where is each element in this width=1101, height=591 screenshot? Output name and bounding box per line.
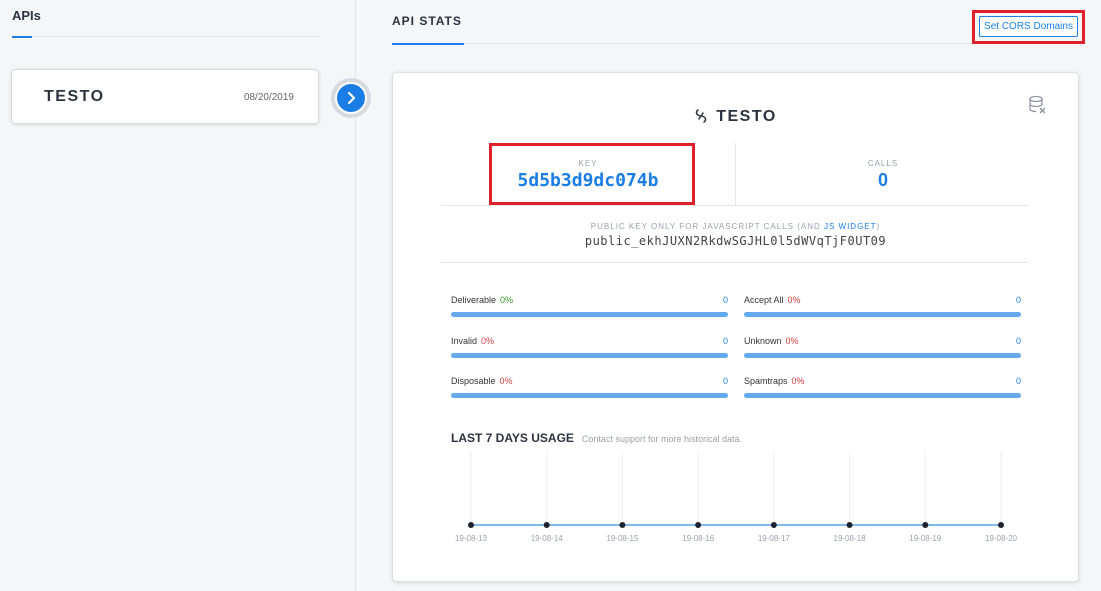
api-key-value: 5d5b3d9dc074b bbox=[517, 170, 659, 191]
stat-bar bbox=[451, 353, 728, 358]
stat-count: 0 bbox=[1015, 376, 1021, 386]
stat-name: Disposable bbox=[451, 376, 496, 386]
usage-data-point bbox=[922, 522, 929, 528]
stat-deliverable: Deliverable 0% 0 bbox=[451, 295, 728, 319]
stat-count: 0 bbox=[722, 295, 728, 305]
open-api-button[interactable] bbox=[331, 78, 371, 118]
stat-percent: 0% bbox=[791, 376, 805, 386]
stat-count: 0 bbox=[1015, 295, 1021, 305]
chevron-right-icon bbox=[335, 82, 367, 114]
stat-disposable: Disposable 0% 0 bbox=[451, 376, 728, 400]
usage-chart: 19-08-13 19-08-14 19-08-15 19-08-16 19-08-17… bbox=[451, 451, 1021, 566]
usage-note: Contact support for more historical data… bbox=[581, 434, 742, 444]
x-tick-label: 19-08-20 bbox=[985, 534, 1018, 543]
card-title-text: TESTO bbox=[716, 108, 777, 125]
sidebar-title-underline bbox=[12, 36, 32, 38]
stat-percent: 0% bbox=[787, 295, 801, 305]
stat-name: Invalid bbox=[451, 336, 478, 346]
calls-label: CALLS bbox=[867, 159, 899, 168]
stat-name: Deliverable bbox=[451, 295, 497, 305]
x-tick-label: 19-08-17 bbox=[758, 534, 791, 543]
stat-bar bbox=[744, 353, 1021, 358]
stat-bar bbox=[451, 312, 728, 317]
x-tick-label: 19-08-15 bbox=[606, 534, 639, 543]
public-key-label: PUBLIC KEY ONLY FOR JAVASCRIPT CALLS (AN… bbox=[393, 222, 1078, 231]
sidebar-title: APIs bbox=[12, 8, 41, 23]
usage-title: LAST 7 DAYS USAGE Contact support for mor… bbox=[451, 431, 742, 445]
x-tick-label: 19-08-18 bbox=[834, 534, 867, 543]
stat-unknown: Unknown 0% 0 bbox=[744, 336, 1021, 360]
api-stats-card: TESTO KEY 5d5b3d9dc074b CALLS 0 PUBLIC K… bbox=[392, 72, 1079, 582]
stat-count: 0 bbox=[1015, 336, 1021, 346]
api-date: 08/20/2019 bbox=[243, 92, 294, 103]
x-tick-label: 19-08-13 bbox=[455, 534, 488, 543]
usage-data-point bbox=[998, 522, 1004, 528]
api-sidebar: APIs TESTO 08/20/2019 bbox=[0, 0, 356, 591]
stat-label: Deliverable 0% bbox=[451, 295, 513, 305]
card-title: TESTO bbox=[393, 108, 1078, 129]
stat-bar bbox=[744, 393, 1021, 398]
x-tick-label: 19-08-19 bbox=[909, 534, 942, 543]
stat-bar bbox=[451, 393, 728, 398]
stat-label: Accept All 0% bbox=[744, 295, 801, 305]
stat-count: 0 bbox=[722, 336, 728, 346]
usage-data-point bbox=[468, 522, 474, 528]
usage-title-text: LAST 7 DAYS USAGE bbox=[451, 431, 574, 445]
stat-invalid: Invalid 0% 0 bbox=[451, 336, 728, 360]
stat-percent: 0% bbox=[499, 376, 513, 386]
js-widget-link[interactable]: JS WIDGET bbox=[824, 222, 877, 231]
stat-count: 0 bbox=[722, 376, 728, 386]
x-tick-label: 19-08-14 bbox=[531, 534, 564, 543]
api-list-item[interactable]: TESTO 08/20/2019 bbox=[11, 69, 319, 124]
calls-value: 0 bbox=[877, 170, 888, 190]
public-key-label-text: PUBLIC KEY ONLY FOR JAVASCRIPT CALLS (AN… bbox=[590, 222, 824, 231]
stat-percent: 0% bbox=[785, 336, 799, 346]
stat-name: Spamtraps bbox=[744, 376, 788, 386]
link-icon bbox=[694, 108, 708, 129]
tab-api-stats[interactable]: API STATS bbox=[392, 14, 462, 28]
card-divider bbox=[441, 262, 1029, 263]
stat-percent: 0% bbox=[481, 336, 495, 346]
stat-bar bbox=[744, 312, 1021, 317]
usage-data-point bbox=[543, 522, 550, 528]
stat-label: Unknown 0% bbox=[744, 336, 799, 346]
stat-spamtraps: Spamtraps 0% 0 bbox=[744, 376, 1021, 400]
api-name: TESTO bbox=[44, 88, 105, 105]
sidebar-divider bbox=[32, 36, 320, 37]
public-key-value: public_ekhJUXN2RkdwSGJHL0l5dWVqTjF0UT09 bbox=[584, 234, 887, 248]
usage-data-point bbox=[695, 522, 702, 528]
public-key-label-suffix: ) bbox=[876, 222, 881, 231]
set-cors-domains-button[interactable]: Set CORS Domains bbox=[979, 16, 1078, 37]
usage-data-point bbox=[770, 522, 777, 528]
x-tick-label: 19-08-16 bbox=[682, 534, 715, 543]
usage-chart-svg: 19-08-13 19-08-14 19-08-15 19-08-16 19-08-17… bbox=[455, 451, 1018, 543]
stat-label: Disposable 0% bbox=[451, 376, 513, 386]
stat-name: Accept All bbox=[744, 295, 784, 305]
stat-label: Spamtraps 0% bbox=[744, 376, 805, 386]
stat-label: Invalid 0% bbox=[451, 336, 494, 346]
stat-accept-all: Accept All 0% 0 bbox=[744, 295, 1021, 319]
stat-name: Unknown bbox=[744, 336, 782, 346]
tab-underline bbox=[392, 43, 464, 45]
key-label: KEY bbox=[578, 159, 598, 168]
card-divider bbox=[441, 205, 1029, 206]
usage-data-point bbox=[846, 522, 853, 528]
usage-data-point bbox=[619, 522, 626, 528]
stat-percent: 0% bbox=[500, 295, 514, 305]
